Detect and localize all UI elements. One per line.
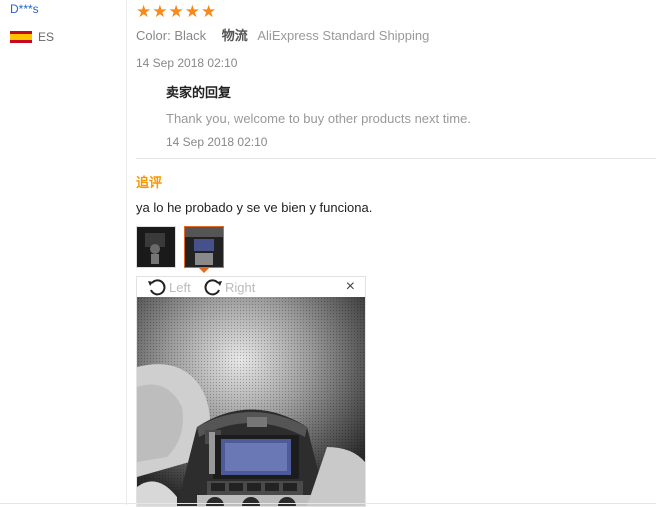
bottom-divider	[0, 503, 656, 504]
seller-reply-date: 14 Sep 2018 02:10	[166, 135, 268, 149]
review-photo-thumbnail-2[interactable]	[184, 226, 224, 268]
star-rating: ★ ★ ★ ★ ★	[136, 3, 217, 20]
close-viewer-button[interactable]: ×	[346, 278, 355, 296]
rotate-left-icon	[148, 279, 166, 296]
shipping-label: 物流	[221, 28, 248, 43]
rotate-right-button[interactable]: Right	[203, 278, 255, 296]
spain-flag-icon	[10, 31, 32, 43]
review-photo-thumbnail-1[interactable]	[136, 226, 176, 268]
rotate-left-button[interactable]: Left	[147, 278, 191, 296]
followup-label: 追评	[136, 175, 163, 190]
reviewer-name[interactable]: D***s	[10, 2, 39, 16]
star-icon: ★	[184, 2, 200, 21]
rotate-left-label: Left	[169, 279, 191, 295]
review-date: 14 Sep 2018 02:10	[136, 56, 238, 70]
reviewer-column: D***s ES	[0, 0, 127, 505]
country-code: ES	[38, 30, 55, 44]
seller-reply: 卖家的回复 Thank you, welcome to buy other pr…	[166, 82, 471, 149]
photo-viewer-toolbar: Left Right ×	[137, 277, 365, 297]
reviewer-country: ES	[10, 30, 54, 44]
rotate-right-label: Right	[225, 279, 256, 295]
divider	[136, 158, 656, 159]
color-label: Color:	[136, 28, 171, 43]
selected-thumbnail-indicator	[198, 267, 210, 273]
followup-text: ya lo he probado y se ve bien y funciona…	[136, 200, 373, 215]
star-icon: ★	[152, 2, 168, 21]
photo-viewer: Left Right ×	[136, 276, 366, 507]
star-icon: ★	[201, 2, 217, 21]
star-icon: ★	[168, 2, 184, 21]
star-icon: ★	[136, 2, 152, 21]
rotate-right-icon	[204, 279, 222, 296]
review-photo-large	[137, 297, 365, 506]
order-info: Color: Black 物流 AliExpress Standard Ship…	[136, 25, 429, 44]
review-thumbnails	[136, 226, 232, 268]
seller-reply-title: 卖家的回复	[166, 85, 232, 100]
seller-reply-text: Thank you, welcome to buy other products…	[166, 111, 471, 126]
shipping-value: AliExpress Standard Shipping	[257, 28, 430, 43]
color-value: Black	[174, 28, 207, 43]
